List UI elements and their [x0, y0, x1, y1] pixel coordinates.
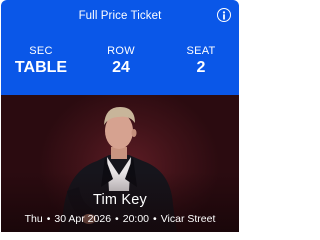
separator: •	[115, 213, 119, 225]
event-details: Thu • 30 Apr 2026 • 20:00 • Vicar Street	[1, 213, 239, 225]
separator: •	[46, 213, 51, 225]
row-value: 24	[112, 59, 130, 76]
seat-label: SEAT	[186, 45, 216, 57]
event-date: 30 Apr 2026	[54, 213, 112, 225]
info-icon[interactable]	[217, 8, 231, 22]
seat-column: SEAT 2	[165, 45, 237, 77]
section-column: SEC TABLE	[5, 45, 77, 77]
section-value: TABLE	[14, 59, 68, 76]
seat-value: 2	[196, 59, 206, 76]
ticket-header: Full Price Ticket SEC TABLE ROW 24 SEAT …	[1, 0, 239, 95]
performer-name: Tim Key	[92, 192, 148, 208]
row-label: ROW	[107, 45, 135, 57]
ticket-type-label: Full Price Ticket	[78, 10, 162, 22]
event-venue: Vicar Street	[160, 213, 216, 225]
performer-photo	[1, 95, 239, 232]
separator: •	[153, 213, 157, 225]
ticket-card[interactable]: Full Price Ticket SEC TABLE ROW 24 SEAT …	[1, 0, 239, 232]
row-column: ROW 24	[85, 45, 157, 77]
section-label: SEC	[29, 45, 53, 57]
event-time: 20:00	[122, 213, 150, 225]
event-day: Thu	[24, 213, 43, 225]
